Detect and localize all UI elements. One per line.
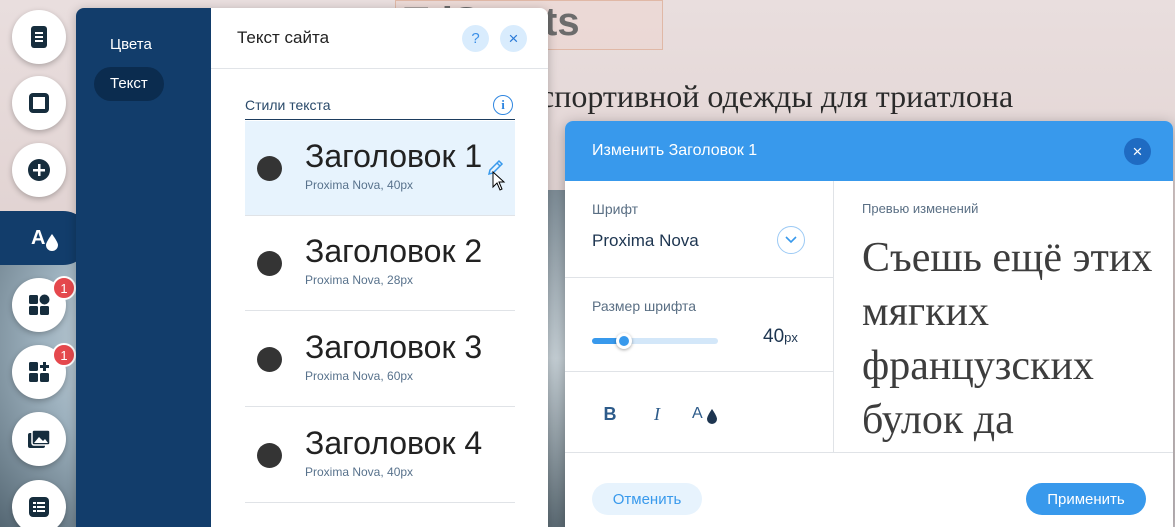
slider-handle[interactable]	[615, 333, 632, 349]
style-font: Proxima Nova, 60px	[305, 369, 414, 383]
preview-column: Превью изменений Съешь ещё этих мягких ф…	[835, 181, 1173, 452]
nav-colors[interactable]: Цвета	[94, 28, 168, 62]
edit-heading-dialog: Изменить Заголовок 1 × Шрифт Proxima Nov…	[565, 121, 1173, 527]
style-font: Proxima Nova, 28px	[305, 273, 414, 287]
color-swatch	[257, 251, 282, 276]
style-name: Заголовок 3	[305, 329, 483, 365]
dialog-title: Изменить Заголовок 1	[592, 142, 758, 159]
site-heading: спортивной одежды для триатлона	[540, 78, 1014, 114]
text-color-button[interactable]: A	[691, 401, 721, 427]
style-name: Заголовок 4	[305, 425, 483, 461]
dialog-header: Изменить Заголовок 1 ×	[565, 121, 1173, 181]
italic-button[interactable]: I	[644, 401, 670, 427]
notification-badge: 1	[52, 276, 76, 300]
add-button[interactable]	[12, 143, 66, 197]
background-button[interactable]	[12, 76, 66, 130]
close-button[interactable]: ×	[500, 25, 527, 52]
pages-icon	[31, 26, 47, 48]
settings-column: Шрифт Proxima Nova Размер шрифта 40px B …	[565, 181, 834, 452]
font-size-unit: px	[784, 330, 798, 345]
theme-panel-nav: Цвета Текст	[76, 8, 211, 527]
font-dropdown-toggle[interactable]	[777, 226, 805, 254]
preview-label: Превью изменений	[862, 201, 979, 216]
data-manager-button[interactable]	[12, 480, 66, 527]
theme-panel-content: Текст сайта ? × Стили текста i Заголовок…	[211, 8, 548, 527]
text-style-item[interactable]: Заголовок 2 Proxima Nova, 28px	[245, 216, 515, 311]
media-button[interactable]	[12, 412, 66, 466]
font-size-value: 40	[763, 326, 785, 347]
text-style-item[interactable]: Заголовок 1 Proxima Nova, 40px	[245, 121, 515, 216]
add-apps-icon	[29, 362, 49, 382]
font-label: Шрифт	[592, 201, 639, 217]
divider	[565, 371, 834, 372]
section-underline	[245, 119, 515, 120]
dialog-footer: Отменить Применить	[565, 452, 1173, 527]
svg-text:A: A	[31, 227, 45, 249]
add-icon	[28, 159, 50, 181]
nav-text[interactable]: Текст	[94, 67, 164, 101]
color-swatch	[257, 156, 282, 181]
font-size-label: Размер шрифта	[592, 298, 697, 314]
theme-icon: A	[31, 227, 58, 251]
divider	[565, 277, 834, 278]
font-size-slider[interactable]	[592, 333, 718, 349]
text-style-item[interactable]: Заголовок 3 Proxima Nova, 60px	[245, 312, 515, 407]
style-name: Заголовок 1	[305, 138, 483, 174]
preview-text: Съешь ещё этих мягких французских булок …	[862, 235, 1153, 443]
section-label: Стили текста	[245, 97, 331, 113]
header-divider	[211, 68, 548, 69]
color-swatch	[257, 347, 282, 372]
font-size-readout[interactable]: 40px	[763, 326, 798, 348]
background-icon	[29, 93, 49, 113]
data-icon	[29, 497, 49, 517]
pages-button[interactable]	[12, 10, 66, 64]
color-swatch	[257, 443, 282, 468]
chevron-down-icon	[785, 236, 797, 244]
apply-button[interactable]: Применить	[1026, 483, 1146, 515]
style-font: Proxima Nova, 40px	[305, 178, 414, 192]
mouse-cursor-icon	[492, 171, 506, 191]
font-dropdown-value[interactable]: Proxima Nova	[592, 231, 699, 251]
panel-title: Текст сайта	[237, 28, 330, 47]
dialog-close-button[interactable]: ×	[1124, 138, 1151, 165]
style-font: Proxima Nova, 40px	[305, 465, 414, 479]
cancel-button[interactable]: Отменить	[592, 483, 702, 515]
site-theme-panel: Цвета Текст Текст сайта ? × Стили текста…	[76, 8, 548, 527]
media-icon	[28, 429, 51, 448]
help-button[interactable]: ?	[462, 25, 489, 52]
bold-button[interactable]: B	[597, 401, 623, 427]
style-name: Заголовок 2	[305, 233, 483, 269]
notification-badge: 1	[52, 343, 76, 367]
text-style-item[interactable]: Заголовок 4 Proxima Nova, 40px	[245, 408, 515, 503]
svg-text:A: A	[692, 405, 703, 422]
editor-left-rail: A 1 1	[0, 0, 90, 527]
text-color-icon: A	[692, 405, 717, 424]
info-icon[interactable]: i	[493, 95, 513, 115]
app-market-icon	[29, 294, 50, 315]
